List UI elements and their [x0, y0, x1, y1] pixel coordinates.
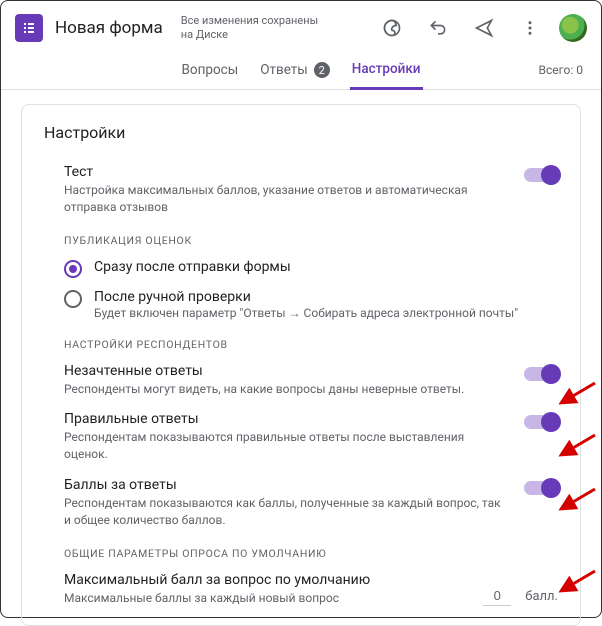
- tab-row: Вопросы Ответы 2 Настройки Всего: 0: [1, 51, 601, 90]
- radio-icon: [64, 260, 82, 278]
- correct-toggle[interactable]: [524, 415, 558, 429]
- missed-title: Незачтенные ответы: [64, 363, 510, 379]
- send-icon[interactable]: [467, 11, 501, 45]
- answers-count-badge: 2: [314, 62, 330, 78]
- maxpoints-desc: Максимальные баллы за каждый новый вопро…: [64, 590, 469, 607]
- radio-release-manual[interactable]: После ручной проверки Будет включен пара…: [64, 289, 558, 320]
- pointans-title: Баллы за ответы: [64, 477, 510, 493]
- missed-toggle[interactable]: [524, 367, 558, 381]
- correct-desc: Респондентам показываются правильные отв…: [64, 429, 510, 463]
- form-title[interactable]: Новая форма: [55, 18, 163, 38]
- maxpoints-input[interactable]: [483, 586, 511, 606]
- tab-answers[interactable]: Ответы 2: [258, 51, 332, 89]
- settings-card: Настройки Тест Настройка максимальных ба…: [21, 104, 581, 626]
- save-status: Все изменения сохранены на Диске: [181, 14, 318, 43]
- quiz-toggle[interactable]: [524, 168, 558, 182]
- respondent-header: НАСТРОЙКИ РЕСПОНДЕНТОВ: [64, 338, 558, 351]
- card-title: Настройки: [44, 123, 558, 142]
- maxpoints-unit: балл.: [525, 589, 558, 606]
- maxpoints-title: Максимальный балл за вопрос по умолчанию: [64, 572, 469, 588]
- tab-settings[interactable]: Настройки: [350, 51, 423, 90]
- radio-label: После ручной проверки: [94, 289, 518, 305]
- radio-release-immediately[interactable]: Сразу после отправки формы: [64, 259, 558, 277]
- quiz-desc: Настройка максимальных баллов, указание …: [64, 182, 510, 216]
- more-icon[interactable]: [513, 11, 547, 45]
- pointans-toggle[interactable]: [524, 481, 558, 495]
- missed-desc: Респонденты могут видеть, на какие вопро…: [64, 381, 510, 398]
- forms-logo-icon: [15, 14, 43, 42]
- undo-icon[interactable]: [421, 11, 455, 45]
- app-header: Новая форма Все изменения сохранены на Д…: [1, 1, 601, 51]
- correct-title: Правильные ответы: [64, 411, 510, 427]
- total-points: Всего: 0: [538, 63, 583, 77]
- tab-questions[interactable]: Вопросы: [179, 51, 240, 89]
- grades-header: ПУБЛИКАЦИЯ ОЦЕНОК: [64, 234, 558, 247]
- pointans-desc: Респондентам показываются как баллы, пол…: [64, 495, 510, 529]
- radio-sublabel: Будет включен параметр "Ответы → Собират…: [94, 306, 518, 320]
- quiz-title: Тест: [64, 164, 510, 180]
- theme-icon[interactable]: [375, 11, 409, 45]
- tab-answers-label: Ответы: [260, 62, 308, 78]
- radio-label: Сразу после отправки формы: [94, 259, 291, 275]
- avatar[interactable]: [559, 14, 587, 42]
- defaults-header: ОБЩИЕ ПАРАМЕТРЫ ОПРОСА ПО УМОЛЧАНИЮ: [64, 547, 558, 560]
- radio-icon: [64, 290, 82, 308]
